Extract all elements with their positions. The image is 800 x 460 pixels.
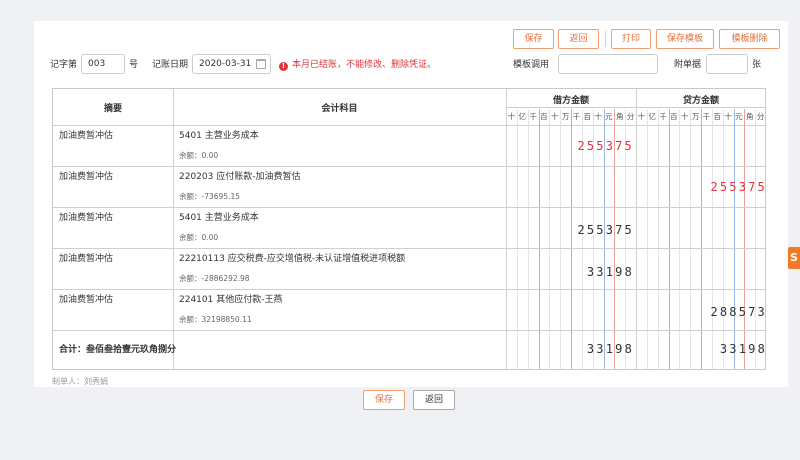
calendar-icon[interactable] bbox=[256, 59, 266, 69]
row-divider bbox=[53, 248, 765, 249]
digit-unit-label: 十 bbox=[724, 112, 732, 121]
row-account: 22210113 应交税费-应交增值税-未认证增值税进项税额 bbox=[179, 254, 406, 264]
digit-unit-label: 分 bbox=[756, 112, 765, 121]
header-divider bbox=[506, 107, 765, 108]
digit-unit-label: 百 bbox=[670, 112, 678, 121]
account-header: 会计科目 bbox=[321, 104, 358, 114]
voucher-suffix-label: 号 bbox=[129, 60, 139, 70]
row-summary: 加油费暂冲估 bbox=[59, 213, 114, 223]
digit-unit-label: 十 bbox=[550, 112, 559, 121]
digit-unit-label: 分 bbox=[626, 112, 635, 121]
digit-unit-label: 十 bbox=[594, 112, 602, 121]
digit-unit-label: 万 bbox=[561, 112, 570, 121]
voucher-number-input[interactable]: 003 bbox=[81, 54, 125, 74]
back-button[interactable]: 返回 bbox=[558, 29, 599, 49]
template-label: 模板调用 bbox=[513, 60, 550, 70]
row-debit-amount: 255375 bbox=[577, 223, 634, 237]
toolbar-divider bbox=[605, 31, 606, 47]
delete-template-button[interactable]: 模板删除 bbox=[719, 29, 780, 49]
row-balance: 余额：32198850.11 bbox=[179, 315, 252, 324]
summary-header: 摘要 bbox=[103, 104, 122, 114]
digit-unit-label: 角 bbox=[615, 112, 624, 121]
column-divider bbox=[173, 89, 174, 369]
row-summary: 加油费暂冲估 bbox=[59, 172, 114, 182]
row-account: 5401 主营业务成本 bbox=[179, 131, 259, 141]
digit-unit-label: 亿 bbox=[518, 112, 526, 121]
digit-unit-label: 百 bbox=[540, 112, 548, 121]
attachment-label: 附单据 bbox=[674, 60, 702, 70]
warning-message: ! 本月已结账，不能修改、删除凭证。 bbox=[279, 59, 436, 71]
digit-unit-label: 千 bbox=[529, 112, 537, 121]
attachment-unit: 张 bbox=[752, 60, 762, 70]
digit-unit-label: 元 bbox=[735, 112, 743, 121]
row-divider bbox=[53, 166, 765, 167]
date-label: 记账日期 bbox=[152, 60, 189, 70]
digit-unit-label: 十 bbox=[680, 112, 689, 121]
row-account: 5401 主营业务成本 bbox=[179, 213, 259, 223]
digit-unit-label: 千 bbox=[659, 112, 667, 121]
column-divider bbox=[636, 89, 637, 369]
attachment-input[interactable] bbox=[706, 54, 748, 74]
digit-unit-label: 亿 bbox=[648, 112, 656, 121]
row-credit-amount: 288573 bbox=[710, 305, 767, 319]
row-debit-amount: 255375 bbox=[577, 139, 634, 153]
row-balance: 余额：-73695.15 bbox=[179, 192, 240, 201]
row-summary: 加油费暂冲估 bbox=[59, 254, 114, 264]
voucher-table: 摘要 会计科目 借方金额 贷方金额 十亿千百十万千百十元角分十亿千百十万千百十元… bbox=[52, 88, 766, 370]
row-account: 220203 应付账款-加油费暂估 bbox=[179, 172, 301, 182]
date-input[interactable]: 2020-03-31 bbox=[192, 54, 271, 74]
row-summary: 加油费暂冲估 bbox=[59, 295, 114, 305]
alert-icon: ! bbox=[279, 62, 288, 71]
row-balance: 余额：0.00 bbox=[179, 233, 219, 242]
bottom-save-button[interactable]: 保存 bbox=[363, 390, 405, 410]
row-debit-amount: 33198 bbox=[586, 265, 634, 279]
digit-unit-label: 十 bbox=[637, 112, 646, 121]
debit-header: 借方金额 bbox=[552, 96, 589, 106]
total-debit-amount: 33198 bbox=[586, 342, 634, 356]
digit-unit-label: 元 bbox=[605, 112, 613, 121]
row-divider bbox=[53, 207, 765, 208]
digit-unit-label: 千 bbox=[702, 112, 711, 121]
row-divider bbox=[53, 330, 765, 331]
credit-header: 贷方金额 bbox=[682, 96, 719, 106]
total-label: 合计：叁佰叁拾壹元玖角捌分 bbox=[59, 345, 177, 355]
print-button[interactable]: 打印 bbox=[611, 29, 651, 49]
digit-unit-label: 千 bbox=[572, 112, 581, 121]
side-service-badge[interactable]: S bbox=[788, 247, 800, 269]
digit-unit-label: 万 bbox=[691, 112, 700, 121]
row-credit-amount: 255375 bbox=[710, 180, 767, 194]
voucher-prefix-label: 记字第 bbox=[50, 60, 78, 70]
row-balance: 余额：-2886292.98 bbox=[179, 274, 250, 283]
digit-unit-label: 百 bbox=[713, 112, 721, 121]
digit-unit-label: 十 bbox=[507, 112, 516, 121]
digit-unit-label: 角 bbox=[745, 112, 754, 121]
row-balance: 余额：0.00 bbox=[179, 151, 219, 160]
total-credit-amount: 33198 bbox=[719, 342, 767, 356]
template-input[interactable] bbox=[558, 54, 658, 74]
save-template-button[interactable]: 保存模板 bbox=[656, 29, 714, 49]
column-divider bbox=[506, 89, 507, 369]
row-account: 224101 其他应付款-王燕 bbox=[179, 295, 283, 305]
digit-unit-label: 百 bbox=[583, 112, 591, 121]
date-value: 2020-03-31 bbox=[199, 59, 252, 69]
row-divider bbox=[53, 289, 765, 290]
bottom-back-button[interactable]: 返回 bbox=[413, 390, 455, 410]
warning-text: 本月已结账，不能修改、删除凭证。 bbox=[292, 60, 437, 70]
row-summary: 加油费暂冲估 bbox=[59, 131, 114, 141]
maker-label: 制单人：刘秀娟 bbox=[52, 377, 108, 386]
save-button[interactable]: 保存 bbox=[513, 29, 554, 49]
